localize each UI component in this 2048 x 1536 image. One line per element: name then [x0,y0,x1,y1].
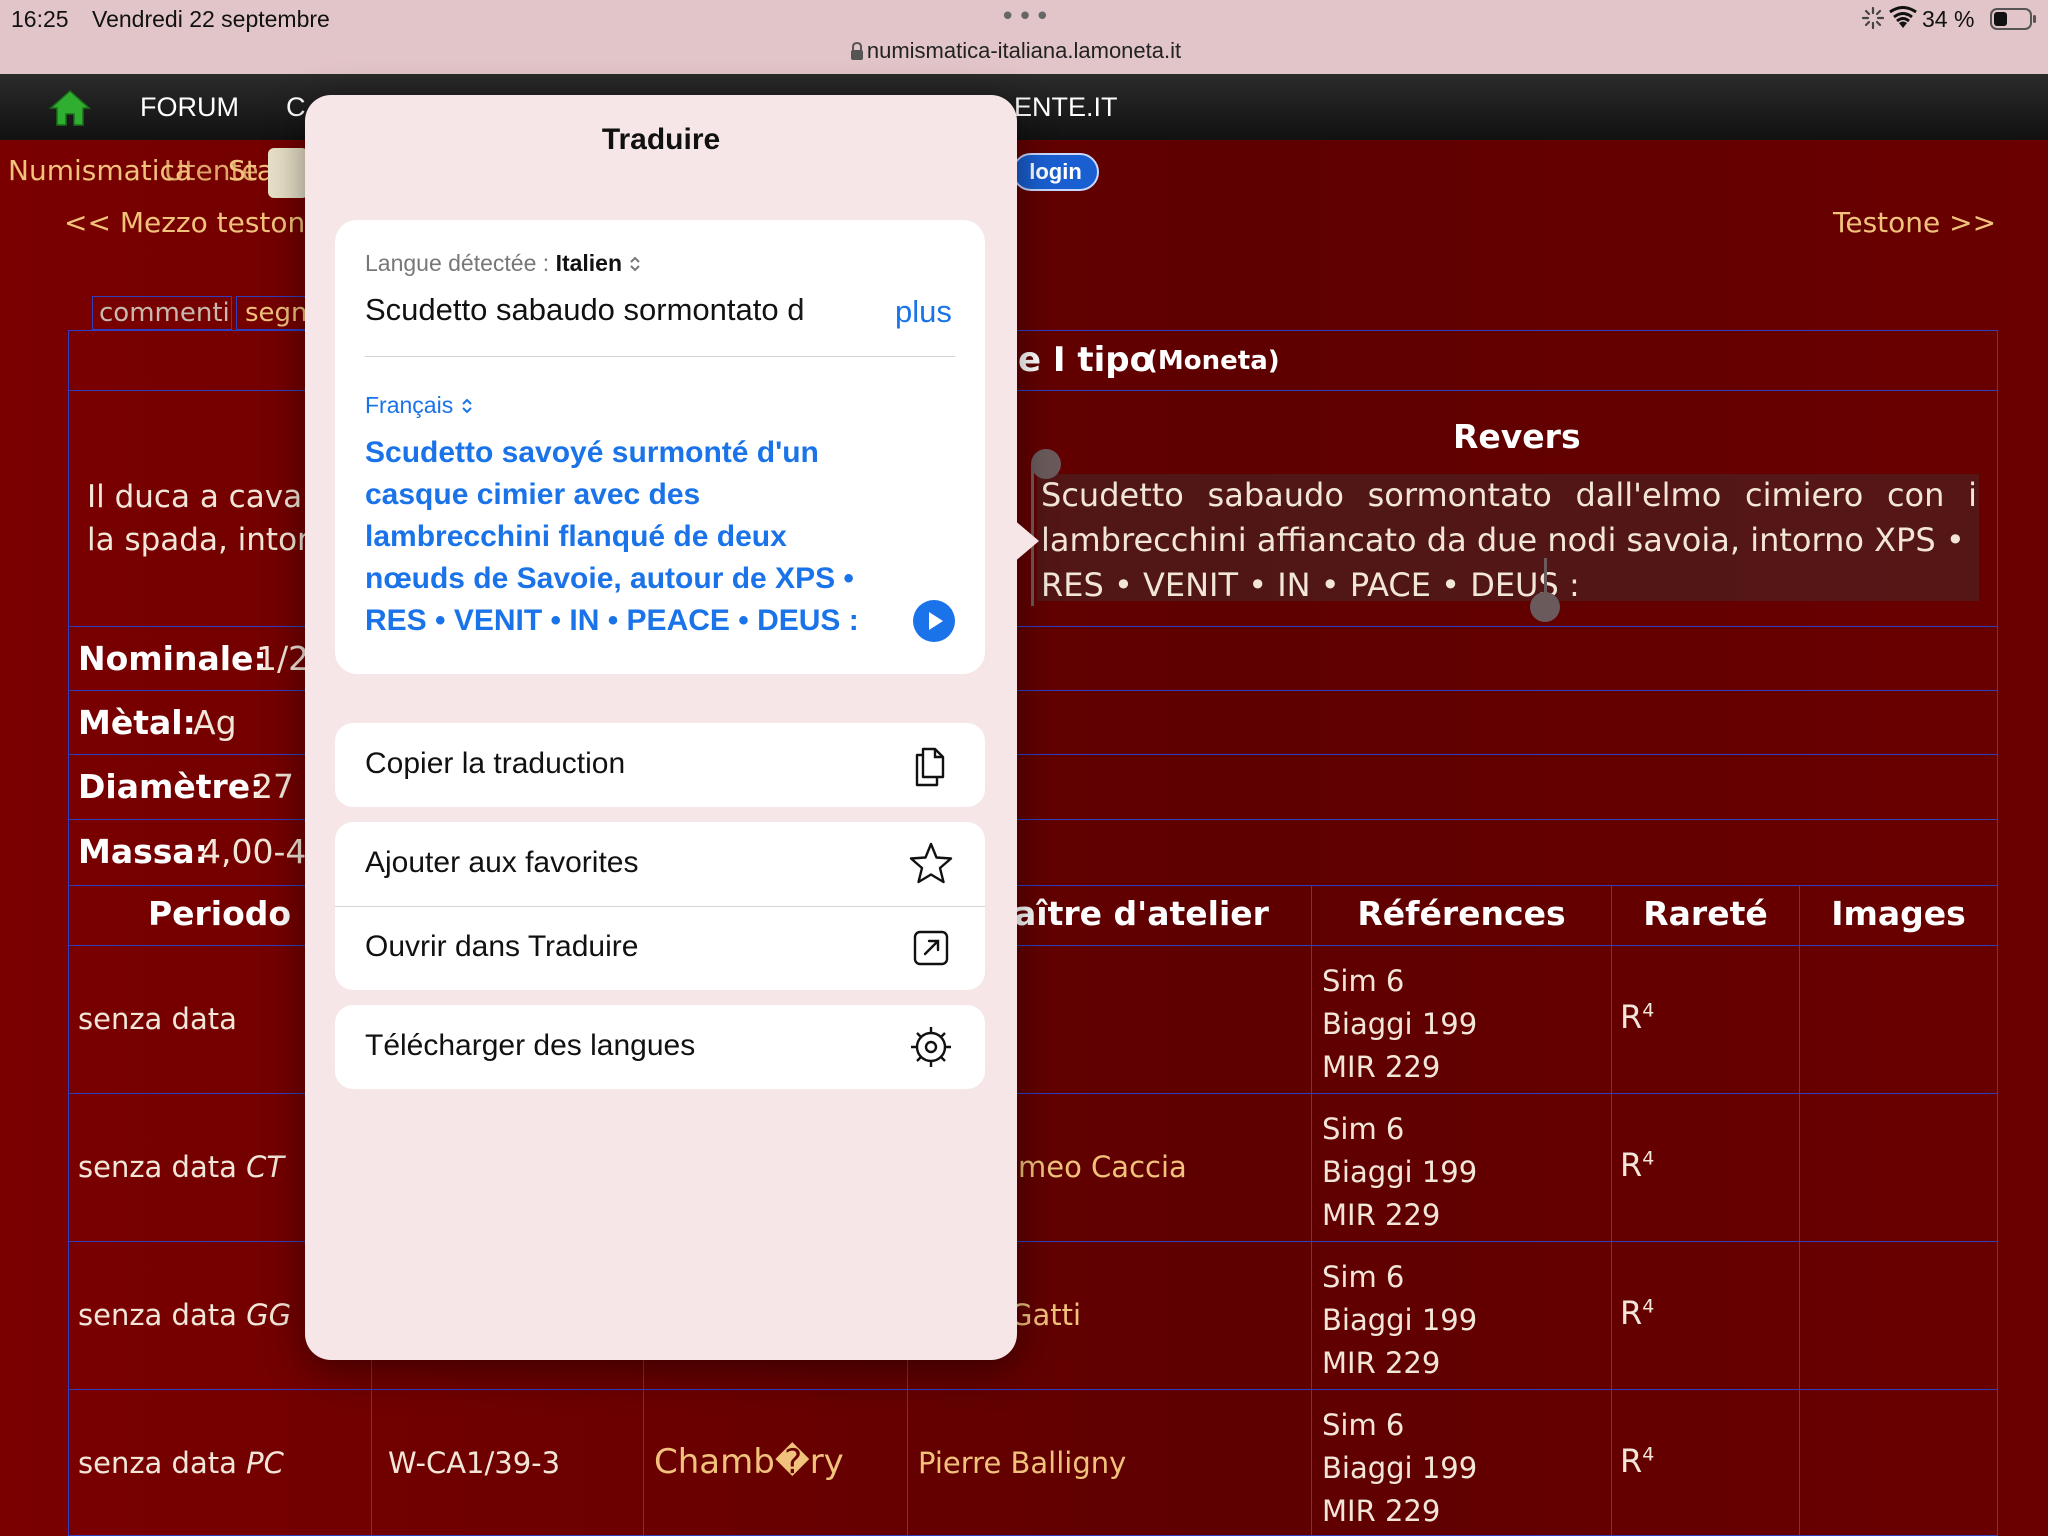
play-icon[interactable] [913,600,955,642]
divider [365,356,955,357]
coin-type: (Moneta) [1146,346,1280,376]
translation-card: Langue détectée : Italien Scudetto sabau… [335,220,985,674]
address-bar-url[interactable]: numismatica-italiana.lamoneta.it [0,38,2048,64]
selection-end-handle[interactable] [1530,592,1560,622]
obverse-description: Il duca a caval la spada, intor [87,479,311,558]
maitre-link[interactable]: meo Caccia [1018,1150,1187,1184]
translate-popover: Traduire Langue détectée : Italien Scude… [305,95,1017,1360]
star-icon [907,840,955,888]
rarity-cell: R4 [1612,1242,1800,1390]
col-images: Images [1800,886,1998,946]
source-text: Scudetto sabaudo sormontato d [365,292,805,327]
images-cell [1800,946,1998,1094]
tab-segnala[interactable]: segn [236,296,316,330]
username-input[interactable] [268,148,308,198]
next-coin-link[interactable]: Testone >> [1833,206,1996,239]
prev-coin-link[interactable]: << Mezzo testone [64,206,323,239]
nav-item-ente[interactable]: ENTE.IT [1014,92,1118,123]
chevron-updown-icon [460,395,474,415]
reverse-description[interactable]: Scudetto sabaudo sormontato dall'elmo ci… [1041,473,1977,608]
open-external-icon [907,924,955,972]
references-cell: Sim 6 Biaggi 199 MIR 229 [1312,1094,1612,1242]
maitre-link[interactable]: Gatti [1010,1298,1081,1332]
wifi-icon [1888,6,1918,30]
download-languages-button[interactable]: Télécharger des langues [335,1005,985,1089]
references-cell: Sim 6 Biaggi 199 MIR 229 [1312,1390,1612,1536]
more-dots-icon[interactable]: ••• [1000,2,1052,32]
battery-icon [1990,8,2038,30]
action-group: Ajouter aux favorites Ouvrir dans Tradui… [335,822,985,990]
col-references: Références [1312,886,1612,946]
login-button[interactable]: login [1012,153,1099,191]
rarity-cell: R4 [1612,1390,1800,1536]
code-cell: W-CA1/39-3 [388,1446,561,1480]
popover-title: Traduire [601,123,721,156]
copy-translation-button[interactable]: Copier la traduction [335,723,985,807]
images-cell [1800,1094,1998,1242]
status-bar: 16:25 Vendredi 22 septembre ••• 34 % num… [0,0,2048,74]
nav-item-c[interactable]: C [286,92,306,123]
references-cell: Sim 6 Biaggi 199 MIR 229 [1312,1242,1612,1390]
copy-icon [907,741,955,789]
col-rarete: Rareté [1612,886,1800,946]
nav-forum[interactable]: FORUM [140,92,239,123]
popover-arrow [1013,519,1039,563]
tab-commenti[interactable]: commenti [92,296,232,330]
more-link[interactable]: plus [895,294,952,330]
gear-icon [907,1023,955,1071]
battery-percent: 34 % [1922,6,1975,32]
translation-text: Scudetto savoyé surmonté d'un casque cim… [365,436,859,637]
status-time: 16:25 [11,6,69,32]
detected-language[interactable]: Langue détectée : Italien [365,250,642,277]
home-icon[interactable] [48,88,92,128]
coin-title: e I tipo [1018,340,1153,380]
mint-link[interactable]: Chamb�ry [654,1442,844,1482]
selection-start-handle[interactable] [1031,449,1061,479]
references-cell: Sim 6 Biaggi 199 MIR 229 [1312,946,1612,1094]
target-language[interactable]: Français [365,392,474,419]
rarity-cell: R4 [1612,946,1800,1094]
images-cell [1800,1390,1998,1536]
rarity-cell: R4 [1612,1094,1800,1242]
images-cell [1800,1242,1998,1390]
maitre-link[interactable]: Pierre Balligny [918,1446,1126,1480]
activity-spinner-icon [1860,6,1886,30]
open-in-translate-button[interactable]: Ouvrir dans Traduire [335,906,985,990]
table-row: senza data PC [68,1390,372,1536]
status-date: Vendredi 22 septembre [92,6,330,32]
reverse-label: Revers [1453,417,1581,456]
chevron-updown-icon [628,253,642,273]
add-favorites-button[interactable]: Ajouter aux favorites [335,822,985,906]
